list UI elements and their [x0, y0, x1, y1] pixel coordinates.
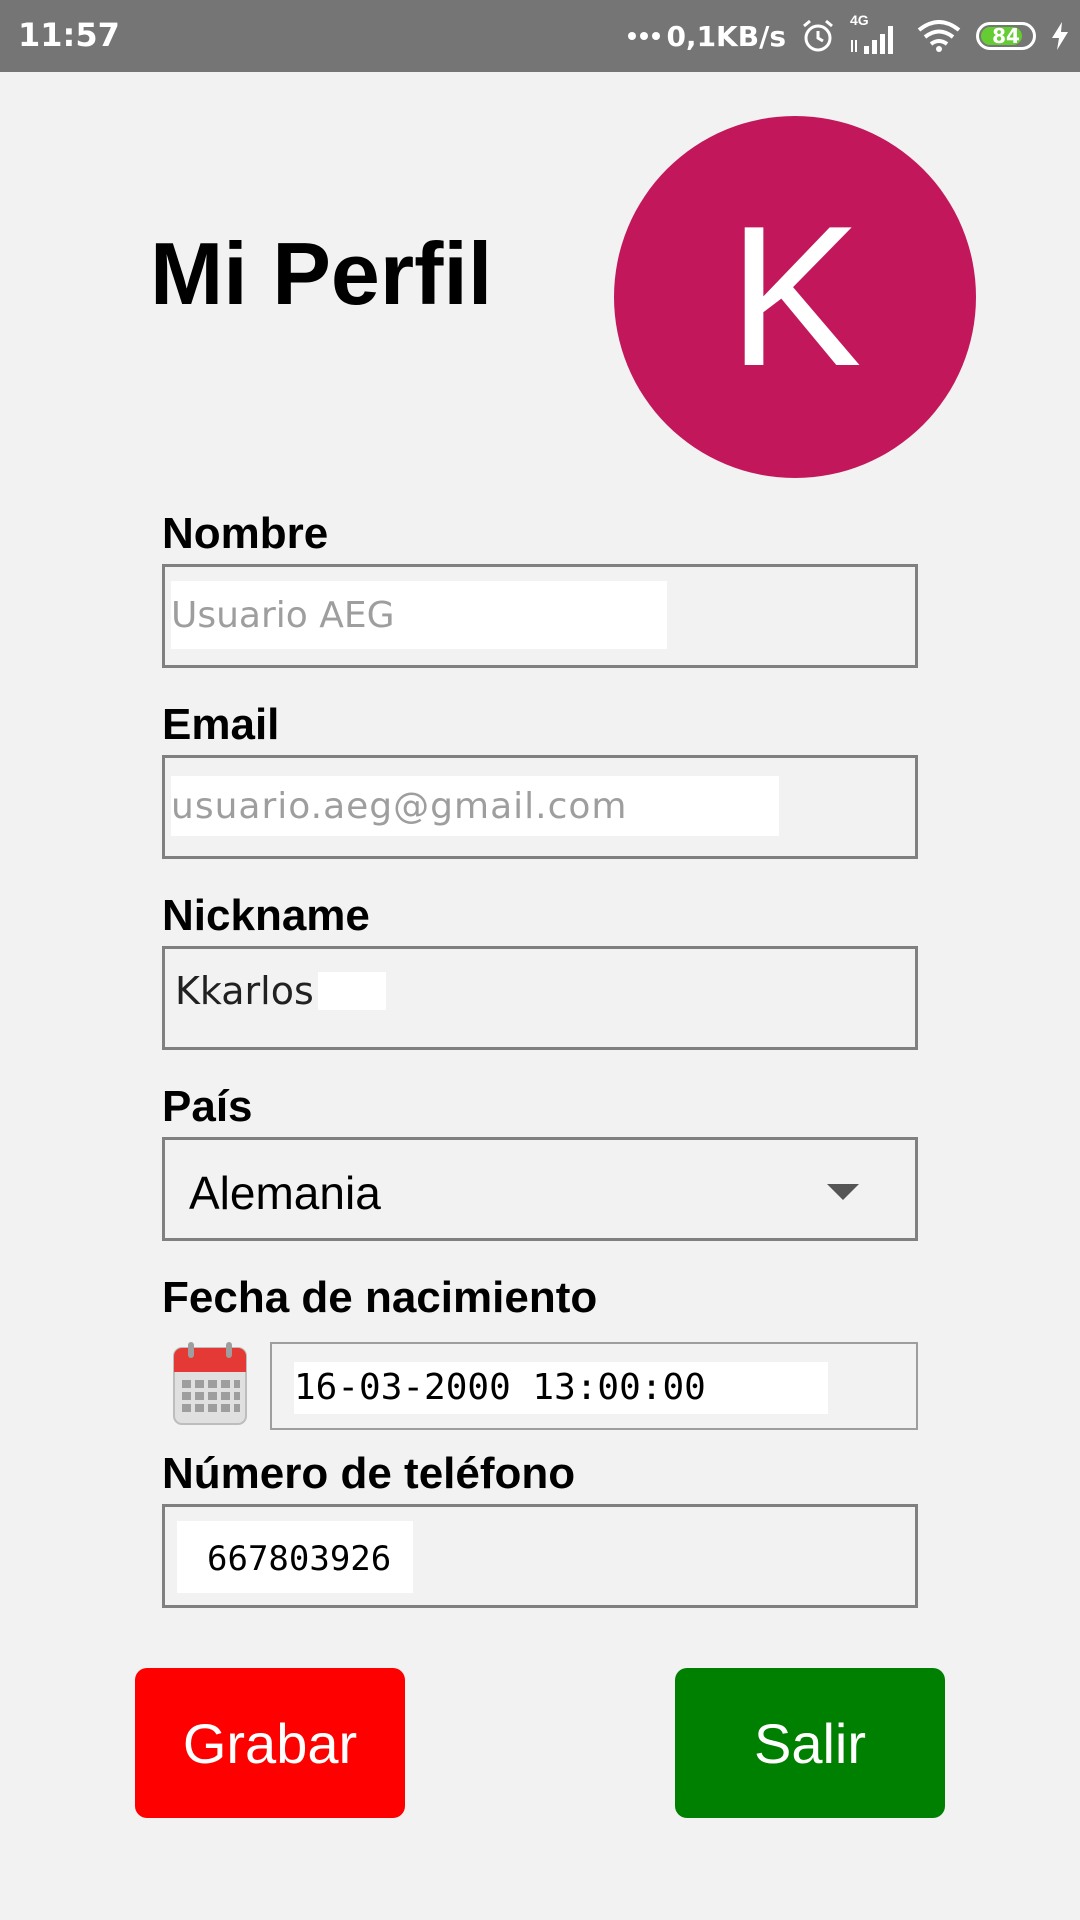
dropdown-arrow-icon — [827, 1184, 859, 1200]
fecha-value[interactable]: 16-03-2000 13:00:00 — [294, 1362, 828, 1414]
page-title: Mi Perfil — [150, 224, 493, 323]
battery-icon: 84 — [976, 22, 1036, 50]
pais-label: País — [162, 1082, 253, 1131]
nombre-field — [162, 564, 918, 668]
status-bar: 11:57 0,1KB/s 4G 84 — [0, 0, 1080, 72]
nickname-text-area — [317, 972, 386, 1010]
save-button[interactable]: Grabar — [135, 1668, 405, 1818]
calendar-icon[interactable] — [172, 1340, 248, 1426]
pais-selected-value: Alemania — [189, 1167, 381, 1219]
exit-button[interactable]: Salir — [675, 1668, 945, 1818]
fecha-label: Fecha de nacimiento — [162, 1273, 598, 1322]
nickname-value: Kkarlos — [175, 969, 314, 1013]
status-time: 11:57 — [18, 16, 120, 54]
email-field — [162, 755, 918, 859]
telefono-field[interactable]: 667803926 — [162, 1504, 918, 1608]
telefono-label: Número de teléfono — [162, 1449, 576, 1498]
battery-level: 84 — [992, 24, 1020, 48]
pais-select[interactable]: Alemania — [162, 1137, 918, 1241]
more-dots-icon — [628, 32, 661, 40]
nickname-label: Nickname — [162, 891, 370, 940]
nickname-input[interactable]: Kkarlos — [175, 969, 386, 1013]
telefono-value[interactable]: 667803926 — [177, 1521, 413, 1593]
charging-icon — [1052, 22, 1068, 50]
net-speed-value: 0,1KB/s — [666, 19, 786, 53]
status-icons: 0,1KB/s 4G 84 — [628, 12, 1070, 60]
signal-icon: 4G — [850, 12, 902, 56]
email-input[interactable] — [171, 776, 779, 836]
nombre-label: Nombre — [162, 509, 329, 558]
nombre-input[interactable] — [171, 581, 667, 649]
alarm-icon — [803, 19, 833, 52]
wifi-icon — [917, 20, 961, 52]
nickname-field[interactable]: Kkarlos — [162, 946, 918, 1050]
email-label: Email — [162, 700, 280, 749]
network-type: 4G — [850, 12, 869, 28]
net-speed: 0,1KB/s — [628, 20, 786, 53]
fecha-field[interactable]: 16-03-2000 13:00:00 — [270, 1342, 918, 1430]
avatar-letter: K — [728, 185, 862, 408]
avatar[interactable]: K — [614, 116, 976, 478]
